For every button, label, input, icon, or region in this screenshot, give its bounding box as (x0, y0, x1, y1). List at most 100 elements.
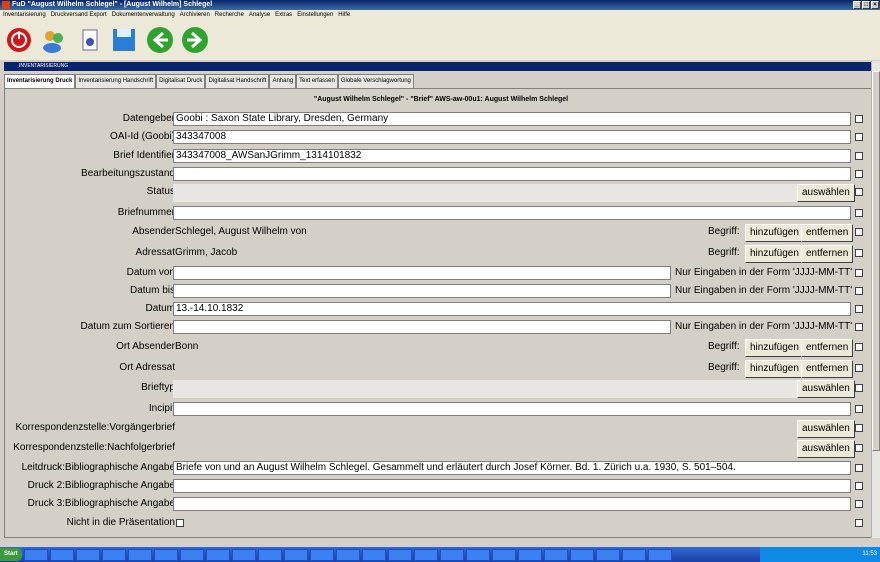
checkbox[interactable] (855, 209, 863, 217)
taskbar-item[interactable] (101, 548, 126, 561)
menu-item[interactable]: Analyse (249, 10, 270, 20)
tab-anhang[interactable]: Anhang (269, 74, 297, 88)
checkbox[interactable] (855, 323, 863, 331)
tab-digitalisat-druck[interactable]: Digitalisat Druck (156, 74, 206, 88)
praesentation-checkbox[interactable] (176, 519, 184, 527)
scrollbar-thumb[interactable] (872, 71, 880, 451)
druck3-input[interactable] (173, 497, 851, 511)
taskbar-item[interactable] (517, 548, 542, 561)
close-button[interactable]: × (871, 1, 879, 9)
taskbar-item[interactable] (231, 548, 256, 561)
taskbar-item[interactable] (647, 548, 672, 561)
taskbar-item[interactable] (413, 548, 438, 561)
datum-bis-input[interactable] (173, 284, 671, 298)
taskbar-item[interactable] (361, 548, 386, 561)
tab-inventarisierung-handschrift[interactable]: Inventarisierung Handschrift (75, 74, 157, 88)
users-icon[interactable] (40, 26, 68, 54)
document-icon[interactable] (76, 26, 104, 54)
checkbox[interactable] (855, 364, 863, 372)
brief-identifier-input[interactable]: 343347008_AWSanJGrimm_1314101832 (173, 149, 851, 163)
checkbox[interactable] (855, 384, 863, 392)
checkbox[interactable] (855, 343, 863, 351)
vorgaengerbrief-select-button[interactable]: auswählen (797, 420, 855, 438)
taskbar-item[interactable] (257, 548, 282, 561)
taskbar-item[interactable] (23, 548, 48, 561)
ort-adressat-add-button[interactable]: hinzufügen (745, 360, 804, 378)
taskbar-item[interactable] (595, 548, 620, 561)
brieftyp-select-button[interactable]: auswählen (797, 380, 855, 398)
taskbar-item[interactable] (387, 548, 412, 561)
adressat-remove-button[interactable]: entfernen (801, 245, 854, 263)
leitdruck-input[interactable]: Briefe von und an August Wilhelm Schlege… (173, 461, 851, 475)
tab-text-erfassen[interactable]: Text erfassen (296, 74, 338, 88)
druck2-input[interactable] (173, 479, 851, 493)
minimize-button[interactable]: _ (853, 1, 861, 9)
checkbox[interactable] (855, 444, 863, 452)
checkbox[interactable] (855, 405, 863, 413)
checkbox[interactable] (855, 519, 863, 527)
taskbar-item[interactable] (569, 548, 594, 561)
taskbar-item[interactable] (491, 548, 516, 561)
checkbox[interactable] (855, 424, 863, 432)
checkbox[interactable] (855, 133, 863, 141)
checkbox[interactable] (855, 269, 863, 277)
menu-item[interactable]: Dokumentenverwaltung (112, 10, 175, 20)
oai-id-input[interactable]: 343347008 (173, 130, 851, 144)
incipit-input[interactable] (173, 402, 851, 416)
save-icon[interactable] (110, 26, 138, 54)
status-select-button[interactable]: auswählen (797, 184, 855, 202)
back-arrow-icon[interactable] (146, 26, 174, 54)
nachfolgerbrief-select-button[interactable]: auswählen (797, 440, 855, 458)
taskbar-item[interactable] (75, 548, 100, 561)
power-icon[interactable] (5, 26, 33, 54)
ort-adressat-remove-button[interactable]: entfernen (801, 360, 854, 378)
maximize-button[interactable]: □ (862, 1, 870, 9)
taskbar-item[interactable] (179, 548, 204, 561)
taskbar-item[interactable] (153, 548, 178, 561)
datengeber-input[interactable]: Goobi : Saxon State Library, Dresden, Ge… (173, 112, 851, 126)
forward-arrow-icon[interactable] (181, 26, 209, 54)
checkbox[interactable] (855, 249, 863, 257)
taskbar-item[interactable] (335, 548, 360, 561)
vertical-scrollbar[interactable] (871, 61, 880, 538)
checkbox[interactable] (855, 152, 863, 160)
taskbar-item[interactable] (283, 548, 308, 561)
start-button[interactable]: Start (0, 548, 22, 561)
menu-item[interactable]: Druckversand Export (51, 10, 107, 20)
datum-sortieren-input[interactable] (173, 320, 671, 334)
checkbox[interactable] (855, 228, 863, 236)
taskbar-item[interactable] (309, 548, 334, 561)
taskbar-item[interactable] (543, 548, 568, 561)
checkbox[interactable] (855, 305, 863, 313)
tab-globale-verschlagwortung[interactable]: Globale Verschlagwortung (337, 74, 414, 88)
taskbar-item[interactable] (465, 548, 490, 561)
ort-absender-add-button[interactable]: hinzufügen (745, 339, 804, 357)
adressat-add-button[interactable]: hinzufügen (745, 245, 804, 263)
checkbox[interactable] (855, 188, 863, 196)
menu-item[interactable]: Inventarisierung (3, 10, 46, 20)
menu-item[interactable]: Hilfe (338, 10, 350, 20)
tab-inventarisierung-druck[interactable]: Inventarisierung Druck (4, 74, 76, 88)
bearbeitungszustand-input[interactable] (173, 167, 851, 181)
datum-von-input[interactable] (173, 266, 671, 280)
taskbar-item[interactable] (127, 548, 152, 561)
checkbox[interactable] (855, 170, 863, 178)
menu-item[interactable]: Extras (275, 10, 292, 20)
checkbox[interactable] (855, 287, 863, 295)
menu-item[interactable]: Einstellungen (297, 10, 333, 20)
datum-input[interactable]: 13.-14.10.1832 (173, 302, 851, 316)
taskbar-item[interactable] (621, 548, 646, 561)
checkbox[interactable] (855, 500, 863, 508)
absender-remove-button[interactable]: entfernen (801, 224, 854, 242)
taskbar-item[interactable] (439, 548, 464, 561)
menu-item[interactable]: Archivieren (180, 10, 210, 20)
checkbox[interactable] (855, 464, 863, 472)
absender-add-button[interactable]: hinzufügen (745, 224, 804, 242)
briefnummer-input[interactable] (173, 206, 851, 220)
tab-digitalisat-handschrift[interactable]: Digitalisat Handschrift (205, 74, 270, 88)
checkbox[interactable] (855, 115, 863, 123)
ort-absender-remove-button[interactable]: entfernen (801, 339, 854, 357)
checkbox[interactable] (855, 482, 863, 490)
menu-item[interactable]: Recherche (215, 10, 244, 20)
taskbar-item[interactable] (205, 548, 230, 561)
